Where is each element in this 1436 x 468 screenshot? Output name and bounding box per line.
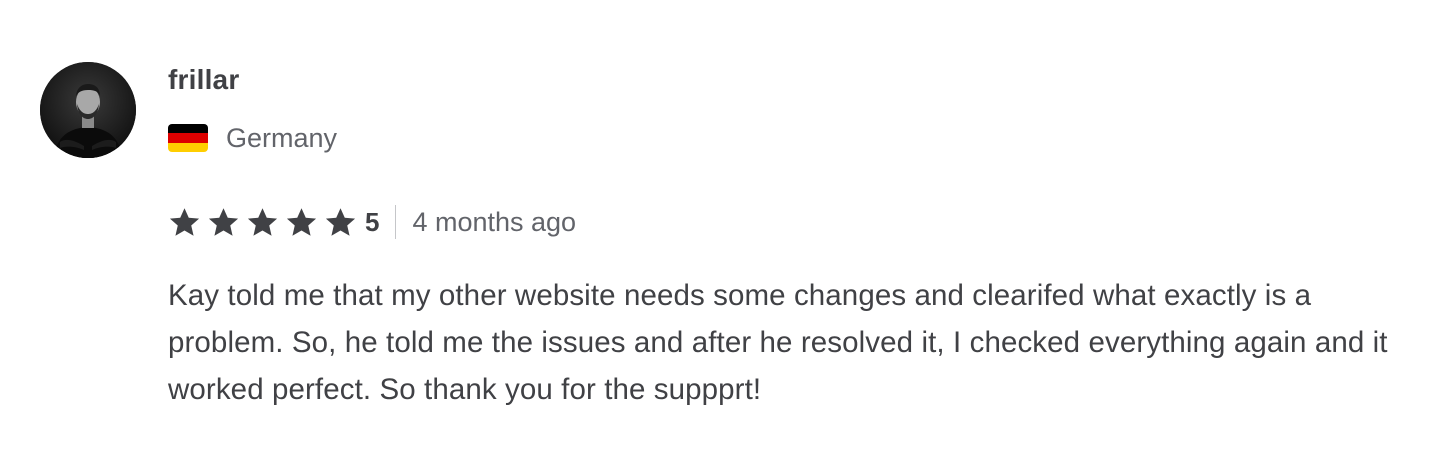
star-icon xyxy=(325,207,356,236)
rating-value: 5 xyxy=(365,207,380,237)
star-rating xyxy=(168,206,357,239)
star-icon xyxy=(169,207,200,236)
star-icon xyxy=(286,207,317,236)
reviewer-header: frillar Germany xyxy=(168,60,337,156)
avatar-photo-icon xyxy=(40,62,136,158)
reviewer-username[interactable]: frillar xyxy=(168,60,337,100)
rating-row: 5 4 months ago xyxy=(168,202,576,242)
rating-divider xyxy=(395,205,397,239)
review-text: Kay told me that my other website needs … xyxy=(168,279,1388,406)
review-time: 4 months ago xyxy=(412,207,577,237)
star-icon xyxy=(247,207,278,236)
reviewer-country-row: Germany xyxy=(168,120,337,156)
star-icon xyxy=(208,207,239,236)
user-avatar[interactable] xyxy=(40,62,136,158)
reviewer-country: Germany xyxy=(226,123,338,153)
germany-flag-icon xyxy=(168,124,208,152)
